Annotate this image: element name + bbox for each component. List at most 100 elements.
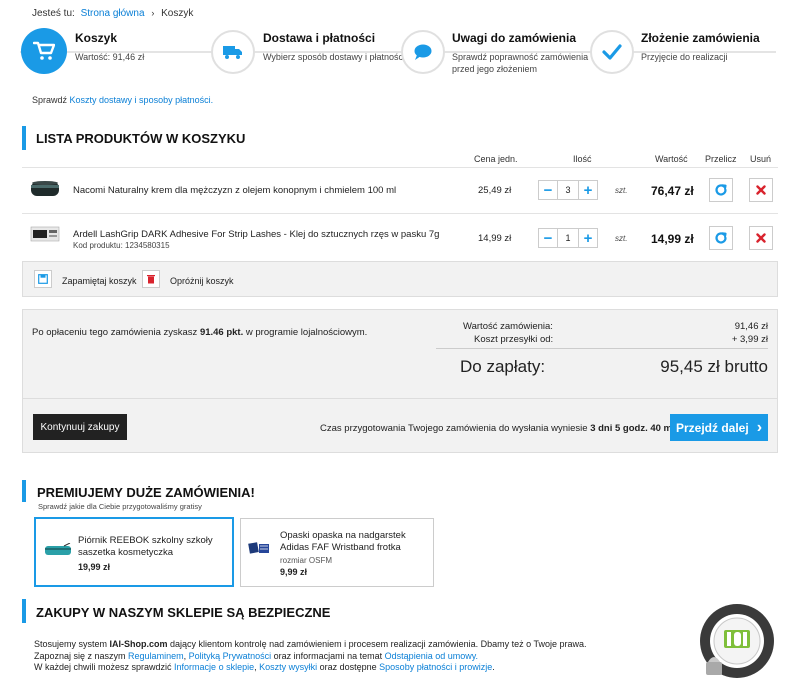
premium-subtitle: Sprawdź jakie dla Ciebie przygotowaliśmy… — [38, 502, 202, 511]
summary-section-divider — [22, 398, 778, 399]
breadcrumb-prefix: Jesteś tu: — [32, 8, 75, 19]
clear-cart-label[interactable]: Opróżnij koszyk — [170, 276, 234, 286]
gift-name-line-2: Adidas FAF Wristband frotka — [280, 542, 401, 553]
continue-shopping-button[interactable]: Kontynuuj zakupy — [33, 414, 127, 440]
header-quantity: Ilość — [573, 154, 592, 164]
secure-line-2-text: Zapoznaj się z naszym — [34, 650, 129, 661]
quantity-increase-button[interactable]: + — [578, 180, 598, 200]
privacy-policy-link[interactable]: Polityką Prywatności — [189, 651, 272, 661]
store-info-link[interactable]: Informacje o sklepie — [174, 662, 254, 672]
secure-info-text: Stosujemy system IAI-Shop.com dający kli… — [34, 639, 674, 674]
step-confirm-circle[interactable] — [590, 30, 634, 74]
quantity-input[interactable]: 1 — [558, 228, 578, 248]
quantity-increase-button[interactable]: + — [578, 228, 598, 248]
step-cart-desc: Wartość: 91,46 zł — [75, 52, 145, 62]
iai-shop-badge[interactable] — [698, 602, 776, 680]
secure-line-2: Zapoznaj się z naszym Regulaminem, Polit… — [34, 651, 674, 663]
order-value: 91,46 zł — [734, 321, 768, 332]
loyalty-prefix: Po opłaceniu tego zamówienia zyskasz — [32, 327, 200, 338]
step-notes-circle[interactable] — [401, 30, 445, 74]
quantity-input[interactable]: 3 — [558, 180, 578, 200]
iai-badge-logo — [700, 604, 774, 678]
quantity-stepper: − 3 + — [538, 180, 598, 200]
refresh-icon — [715, 184, 727, 196]
breadcrumb-home-link[interactable]: Strona główna — [81, 8, 145, 19]
wristband-image — [248, 542, 269, 554]
shipping-costs-link[interactable]: Koszty wysyłki — [259, 662, 317, 672]
product-name-link[interactable]: Nacomi Naturalny krem dla mężczyzn z ole… — [73, 185, 396, 196]
header-value: Wartość — [655, 154, 688, 164]
close-icon — [756, 233, 766, 243]
payment-methods-link[interactable]: Sposoby płatności i prowizje — [379, 662, 492, 672]
remove-item-button[interactable] — [749, 226, 773, 250]
product-thumbnail-cream[interactable] — [30, 179, 60, 199]
quantity-decrease-button[interactable]: − — [538, 228, 558, 248]
withdrawal-link[interactable]: Odstąpienia od umowy. — [385, 651, 478, 661]
prep-time-value: 3 dni 5 godz. 40 min — [590, 423, 681, 434]
table-divider — [22, 167, 778, 168]
step-confirm-desc: Przyjęcie do realizacji — [641, 52, 728, 62]
quantity-unit: szt. — [615, 234, 628, 243]
loyalty-suffix: w programie lojalnościowym. — [243, 327, 368, 338]
header-unit-price: Cena jedn. — [474, 154, 518, 164]
step-notes-desc-1: Sprawdź poprawność zamówienia — [452, 52, 589, 62]
gift-size-note: rozmiar OSFM — [280, 556, 332, 565]
floppy-disk-icon — [38, 274, 48, 284]
loyalty-points: 91.46 pkt. — [199, 327, 244, 338]
quantity-decrease-button[interactable]: − — [538, 180, 558, 200]
delivery-costs-link[interactable]: Koszty dostawy i sposoby płatności. — [70, 95, 214, 105]
product-unit-price: 25,49 zł — [478, 185, 512, 196]
proceed-label: Przejdź dalej — [675, 420, 749, 435]
order-value-label: Wartość zamówienia: — [463, 321, 553, 332]
header-remove: Usuń — [750, 154, 772, 164]
gift-name-line-1: Opaski opaska na nadgarstek — [280, 530, 406, 541]
delivery-info-line: Sprawdź Koszty dostawy i sposoby płatnoś… — [32, 95, 213, 105]
step-cart-circle — [21, 28, 67, 74]
recalculate-button[interactable] — [709, 178, 733, 202]
preparation-time-info: Czas przygotowania Twojego zamówienia do… — [320, 423, 680, 434]
proceed-button[interactable]: Przejdź dalej › — [670, 414, 768, 441]
gift-thumbnail-pencil-case — [44, 542, 72, 560]
terms-link[interactable]: Regulaminem — [128, 651, 184, 661]
shipping-cost-label: Koszt przesyłki od: — [474, 334, 554, 345]
gift-name-line-2: saszetka kosmetyczka — [78, 547, 174, 558]
step-confirm-title: Złożenie zamówienia — [641, 31, 760, 45]
save-cart-label[interactable]: Zapamiętaj koszyk — [62, 276, 137, 286]
step-notes-desc-2: przed jego złożeniem — [452, 64, 538, 74]
secure-line-1: Stosujemy system IAI-Shop.com dający kli… — [34, 639, 674, 651]
premium-section-title: PREMIUJEMY DUŻE ZAMÓWIENIA! — [37, 485, 255, 500]
shipping-cost: + 3,99 zł — [731, 334, 768, 345]
step-notes-title: Uwagi do zamówienia — [452, 31, 577, 45]
loyalty-info: Po opłaceniu tego zamówienia zyskasz 91.… — [32, 327, 367, 338]
breadcrumb: Jesteś tu: Strona główna › Koszyk — [32, 8, 193, 19]
secure-line-3-text: W każdej chwili możesz sprawdzić — [34, 662, 175, 672]
close-icon — [756, 185, 766, 195]
section-accent-bar — [22, 480, 26, 502]
table-divider — [22, 213, 778, 214]
step-delivery-circle[interactable] — [211, 30, 255, 74]
delivery-info-prefix: Sprawdź — [32, 95, 68, 105]
secure-line-1-rest: dający klientom kontrolę nad zamówieniem… — [167, 639, 587, 649]
secure-line-1-text: Stosujemy system — [34, 639, 110, 649]
product-code: Kod produktu: 1234580315 — [73, 241, 170, 250]
breadcrumb-separator: › — [151, 8, 155, 18]
gift-price: 19,99 zł — [78, 562, 111, 572]
truck-icon — [223, 46, 242, 59]
cart-icon — [33, 41, 55, 60]
checkmark-icon — [602, 44, 622, 60]
product-name-link[interactable]: Ardell LashGrip DARK Adhesive For Strip … — [73, 229, 439, 240]
secure-line-3-middle: oraz dostępne — [317, 662, 380, 672]
secure-section-title: ZAKUPY W NASZYM SKLEPIE SĄ BEZPIECZNE — [36, 605, 331, 620]
breadcrumb-current: Koszyk — [161, 8, 194, 19]
save-cart-button[interactable] — [34, 270, 52, 288]
product-thumbnail-lash-glue[interactable] — [30, 226, 60, 242]
pencil-case-image — [45, 542, 71, 555]
recalculate-button[interactable] — [709, 226, 733, 250]
lash-glue-image — [30, 226, 60, 242]
summary-divider — [436, 348, 768, 349]
clear-cart-button[interactable] — [142, 270, 160, 288]
step-cart-title: Koszyk — [75, 31, 118, 45]
remove-item-button[interactable] — [749, 178, 773, 202]
secure-line-3: W każdej chwili możesz sprawdzić Informa… — [34, 662, 674, 674]
gift-price: 9,99 zł — [280, 567, 308, 577]
